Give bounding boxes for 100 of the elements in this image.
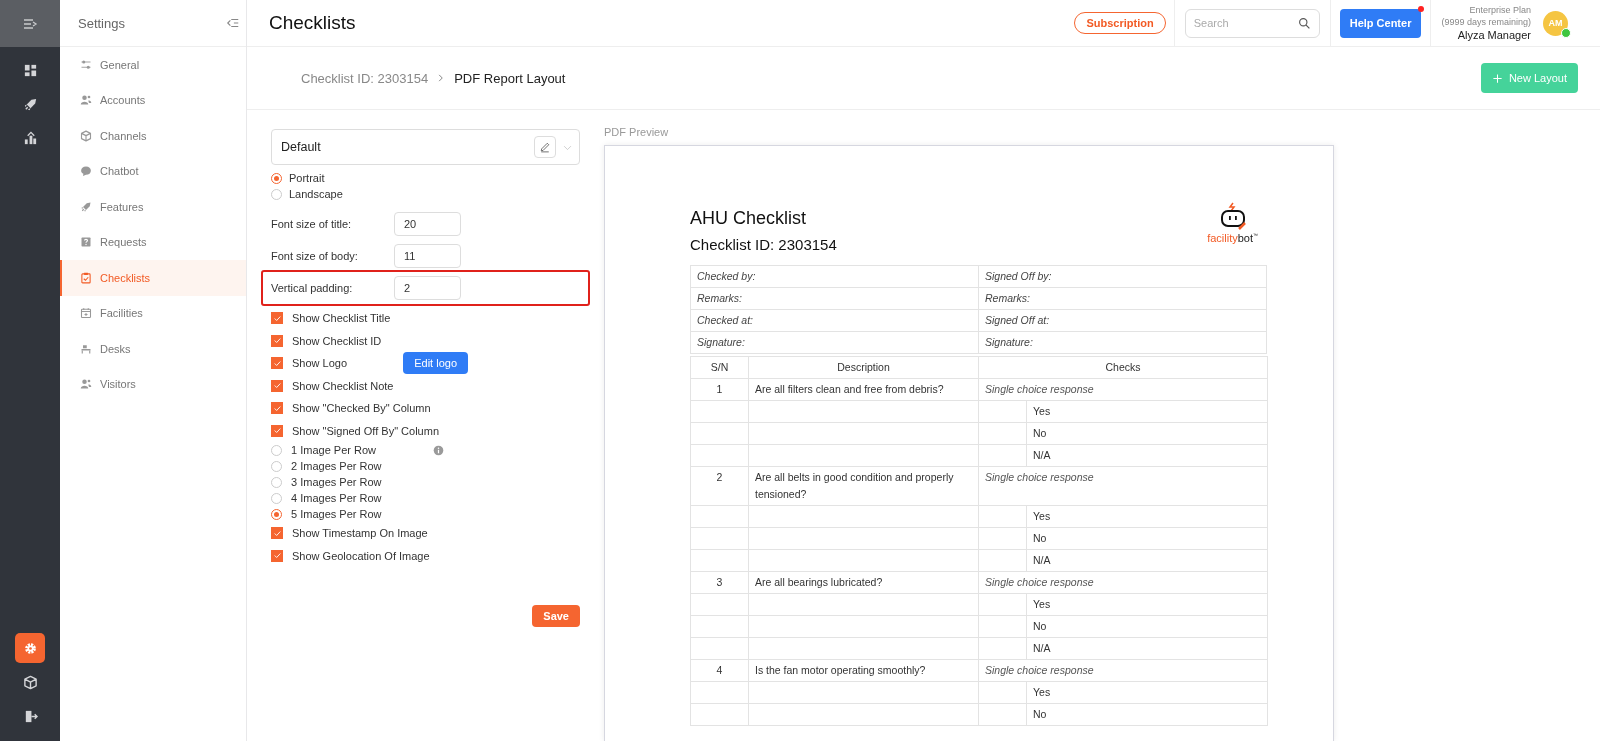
rocket-icon xyxy=(22,96,38,112)
settings-item[interactable]: Facilities xyxy=(60,295,246,331)
settings-item[interactable]: Requests xyxy=(60,224,246,260)
checkbox[interactable] xyxy=(271,357,283,370)
info-icon[interactable] xyxy=(433,444,444,456)
table-cell: Remarks: xyxy=(690,287,979,310)
radio-button[interactable] xyxy=(271,444,282,456)
checkbox-label: Show Checklist Note xyxy=(292,379,394,392)
table-cell: Checked at: xyxy=(690,309,979,332)
radio-label: 5 Images Per Row xyxy=(291,508,382,520)
table-cell: N/A xyxy=(1026,549,1268,572)
table-cell: 3 xyxy=(690,571,749,594)
users-icon xyxy=(80,94,92,107)
table-cell: Yes xyxy=(1026,400,1268,423)
table-cell: No xyxy=(1026,703,1268,726)
layout-dropdown[interactable]: Default xyxy=(271,129,580,165)
search-icon xyxy=(1297,16,1311,30)
breadcrumb-current: PDF Report Layout xyxy=(454,70,566,86)
settings-item[interactable]: Checklists xyxy=(60,260,246,296)
radio-button[interactable] xyxy=(271,492,282,504)
radio-button[interactable] xyxy=(271,476,282,488)
table-cell: No xyxy=(1026,422,1268,445)
checkbox[interactable] xyxy=(271,379,283,392)
subscription-button[interactable]: Subscription xyxy=(1074,12,1166,34)
table-cell: Yes xyxy=(1026,593,1268,616)
checkbox[interactable] xyxy=(271,424,283,437)
radio-button[interactable] xyxy=(271,508,282,520)
settings-item[interactable]: Visitors xyxy=(60,366,246,402)
settings-button[interactable] xyxy=(15,633,45,663)
table-cell: Single choice response xyxy=(978,378,1268,401)
checkbox[interactable] xyxy=(271,334,283,347)
bar-chart-icon xyxy=(22,130,38,146)
checkbox-label: Show Timestamp On Image xyxy=(292,527,428,540)
checkbox[interactable] xyxy=(271,402,283,415)
settings-item[interactable]: Desks xyxy=(60,331,246,367)
field-label: Vertical padding: xyxy=(271,282,354,294)
check-icon xyxy=(272,403,282,413)
radio-option[interactable]: Landscape xyxy=(271,186,580,202)
input-field[interactable]: 2 xyxy=(394,276,461,300)
settings-item[interactable]: Features xyxy=(60,189,246,225)
radio-label: 1 Image Per Row xyxy=(291,444,376,456)
collapse-icon[interactable] xyxy=(226,16,240,30)
edit-logo-button[interactable]: Edit logo xyxy=(403,352,468,375)
search-field[interactable]: Search xyxy=(1184,8,1320,38)
desk-icon xyxy=(80,342,92,355)
table-cell: Are all bearings lubricated? xyxy=(748,571,979,594)
check-icon xyxy=(272,336,282,346)
input-field[interactable]: 11 xyxy=(394,244,461,268)
checkbox-label: Show "Signed Off By" Column xyxy=(292,424,439,437)
radio-option[interactable]: Portrait xyxy=(271,170,580,186)
plan-remaining: (9999 days remaining) xyxy=(1441,16,1531,28)
clipboard-check-icon xyxy=(80,271,92,284)
breadcrumb-link[interactable]: Checklist ID: 2303154 xyxy=(301,70,429,86)
settings-item[interactable]: Chatbot xyxy=(60,153,246,189)
table-cell: Signed Off by: xyxy=(978,265,1267,288)
settings-item[interactable]: Channels xyxy=(60,118,246,154)
plan-name: Enterprise Plan xyxy=(1469,4,1531,16)
radio-button[interactable] xyxy=(271,460,282,472)
calendar-icon xyxy=(80,307,92,320)
user-name: Alyza Manager xyxy=(1457,28,1531,42)
table-cell: Checked by: xyxy=(690,265,979,288)
help-center-button[interactable]: Help Center xyxy=(1339,8,1422,38)
panel-title: Settings xyxy=(78,15,125,31)
field-label: Font size of body: xyxy=(271,250,359,262)
checkbox-label: Show Checklist ID xyxy=(292,334,382,347)
dashboard-icon xyxy=(22,62,38,78)
save-button[interactable]: Save xyxy=(532,605,580,627)
table-cell: No xyxy=(1026,615,1268,638)
users-icon xyxy=(80,378,92,391)
check-icon xyxy=(272,381,282,391)
radio-label: 2 Images Per Row xyxy=(291,460,382,472)
checkbox[interactable] xyxy=(271,312,283,325)
check-icon xyxy=(272,551,282,561)
cube-icon xyxy=(22,674,38,690)
radio-button[interactable] xyxy=(271,172,282,184)
edit-button[interactable] xyxy=(534,136,556,158)
page-title: Checklists xyxy=(269,12,357,34)
table-cell: 1 xyxy=(690,378,749,401)
table-cell: Single choice response xyxy=(978,659,1268,682)
radio-label: 4 Images Per Row xyxy=(291,492,382,504)
input-field[interactable]: 20 xyxy=(394,212,461,236)
cube-icon xyxy=(80,129,92,142)
document-subtitle: Checklist ID: 2303154 xyxy=(690,236,837,253)
column-header: S/N xyxy=(690,356,749,379)
checkbox[interactable] xyxy=(271,549,283,562)
settings-item[interactable]: General xyxy=(60,47,246,83)
checkbox[interactable] xyxy=(271,527,283,540)
checkbox-label: Show Logo xyxy=(292,357,348,370)
question-icon xyxy=(80,236,92,249)
table-cell: N/A xyxy=(1026,444,1268,467)
check-icon xyxy=(272,426,282,436)
radio-button[interactable] xyxy=(271,188,282,200)
table-cell: Are all filters clean and free from debris? xyxy=(748,378,979,401)
table-cell: N/A xyxy=(1026,637,1268,660)
pencil-icon xyxy=(539,141,551,153)
settings-item[interactable]: Accounts xyxy=(60,82,246,118)
column-header: Description xyxy=(748,356,979,379)
checkbox-label: Show Geolocation Of Image xyxy=(292,549,430,562)
table-cell: Signature: xyxy=(690,331,979,354)
logo-text: facilitybot$^{™}$ xyxy=(1207,232,1258,244)
